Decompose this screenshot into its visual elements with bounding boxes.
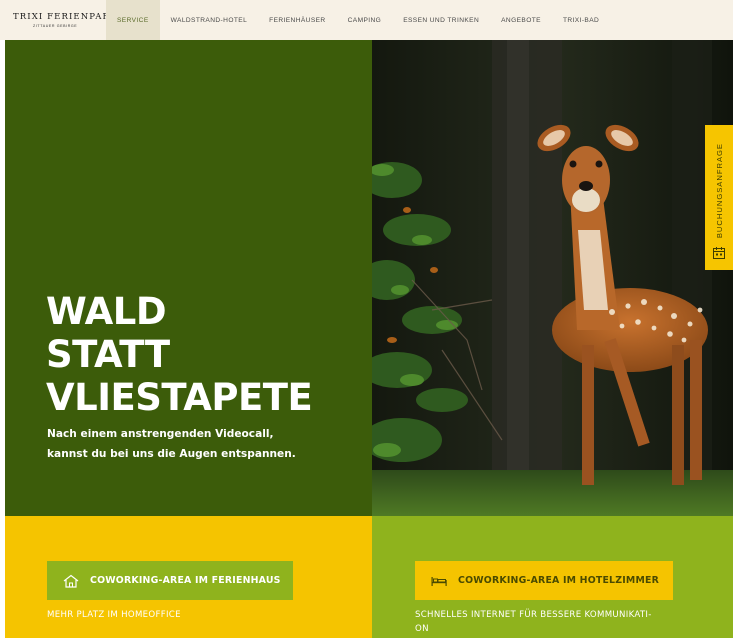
hero-subline: Nach einem anstrengenden Videocall, kann… [47,424,296,464]
headline-line: VLIESTAPETE [46,376,313,419]
house-icon [63,574,79,588]
coworking-hotelzimmer-button[interactable]: COWORKING-AREA IM HOTELZIMMER [415,561,673,600]
bed-icon [431,576,447,586]
hero-image-deer [372,40,733,516]
nav-item-waldstrand-hotel[interactable]: WALDSTRAND-HOTEL [160,0,259,40]
subline-line: kannst du bei uns die Augen entspannen. [47,448,296,460]
coworking-ferienhaus-button[interactable]: COWORKING-AREA IM FERIENHAUS [47,561,293,600]
headline-line: WALD [46,290,167,333]
logo-name: TRIXI FERIENPARK [13,12,118,22]
nav-item-ferienhaeuser[interactable]: FERIENHÄUSER [258,0,336,40]
booking-request-label: BUCHUNGSANFRAGE [714,142,724,238]
logo[interactable]: TRIXI FERIENPARK ZITTAUER GEBIRGE [0,0,118,40]
calendar-icon [713,247,725,259]
nav-item-trixi-bad[interactable]: TRIXI-BAD [552,0,610,40]
top-navigation: TRIXI FERIENPARK ZITTAUER GEBIRGE SERVIC… [0,0,733,40]
hero-headline: WALD STATT VLIESTAPETE [46,290,313,419]
main-menu: SERVICE WALDSTRAND-HOTEL FERIENHÄUSER CA… [106,0,610,40]
coworking-hotelzimmer-label: COWORKING-AREA IM HOTELZIMMER [458,575,659,586]
nav-item-service[interactable]: SERVICE [106,0,160,40]
nav-item-camping[interactable]: CAMPING [337,0,393,40]
subline-line: Nach einem anstrengenden Videocall, [47,428,274,440]
headline-line: STATT [46,333,170,376]
coworking-hotelzimmer-caption: SCHNELLES INTERNET FÜR BESSERE KOMMUNIKA… [415,608,715,636]
coworking-ferienhaus-label: COWORKING-AREA IM FERIENHAUS [90,575,281,586]
deer-illustration [372,40,733,516]
booking-request-tab[interactable]: BUCHUNGSANFRAGE [705,125,733,270]
coworking-ferienhaus-caption: MEHR PLATZ IM HOMEOFFICE [47,610,181,620]
logo-subtitle: ZITTAUER GEBIRGE [33,24,78,28]
nav-item-angebote[interactable]: ANGEBOTE [490,0,552,40]
caption-line: ON [415,624,429,634]
caption-line: SCHNELLES INTERNET FÜR BESSERE KOMMUNIKA… [415,610,652,620]
nav-item-essen-und-trinken[interactable]: ESSEN UND TRINKEN [392,0,490,40]
